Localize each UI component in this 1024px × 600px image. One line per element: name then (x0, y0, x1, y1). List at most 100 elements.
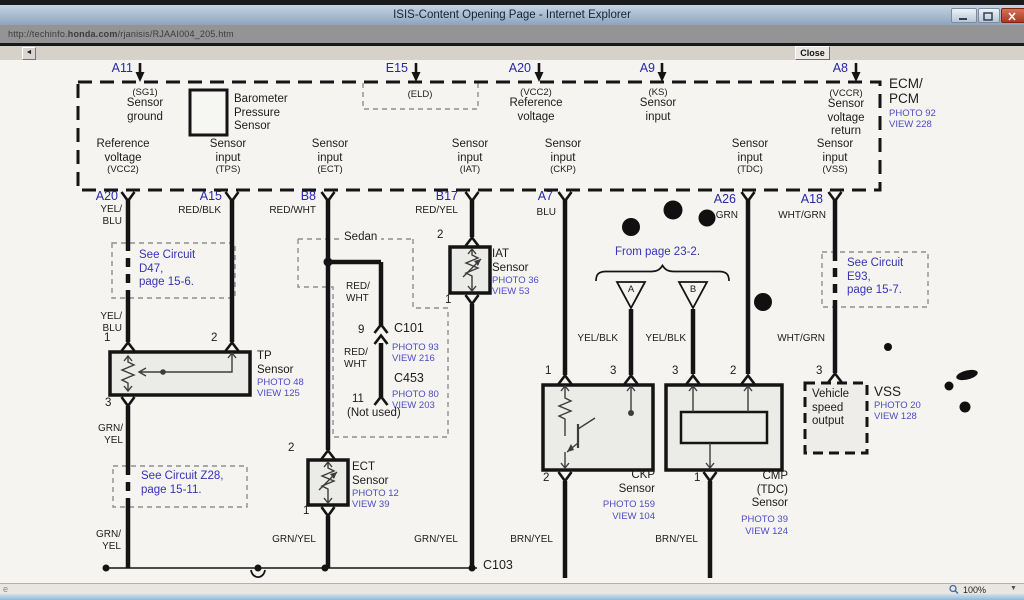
c103-label: C103 (483, 559, 513, 573)
vcc2-top-function: Reference voltage (486, 97, 586, 124)
cmp-view-link[interactable]: VIEW 124 (706, 526, 788, 538)
c101-label: C101 (394, 322, 424, 336)
back-button[interactable]: ◄ (22, 47, 36, 60)
vss-label: VSS (874, 384, 901, 399)
ecm-pin-a9: A9 (605, 62, 655, 75)
barometer-box (190, 90, 227, 135)
wire-yel-blu-1: YEL/ BLU (72, 204, 122, 228)
wire-yel-blk-2: YEL/BLK (631, 333, 686, 345)
ecm-pin-a11: A11 (83, 62, 133, 75)
tp-sensor-label: TP Sensor (257, 350, 293, 377)
wire-grn: GRN (688, 210, 738, 222)
maximize-button[interactable] (978, 8, 1000, 23)
iat-view-link[interactable]: VIEW 53 (492, 286, 530, 298)
ect-view-link[interactable]: VIEW 39 (352, 499, 390, 511)
cmp-photo-link[interactable]: PHOTO 39 (706, 514, 788, 526)
not-used-label: (Not used) (347, 407, 401, 421)
ecm-pin-e15: E15 (358, 62, 408, 75)
see-circuit-z28-link[interactable]: See Circuit Z28, page 15-11. (141, 470, 223, 497)
wire-grn-yel-4: GRN/YEL (398, 534, 458, 546)
wire-grn-yel-1: GRN/ YEL (68, 423, 123, 447)
pin-a7: A7 (503, 190, 553, 203)
ecm-view-link[interactable]: VIEW 228 (889, 119, 932, 131)
cmp-pin3: 3 (672, 366, 678, 378)
wire-junction-dot (324, 258, 333, 267)
url-text: http://techinfo.honda.com/rjanisis/RJAAI… (8, 29, 234, 39)
zoom-caret-icon[interactable]: ▼ (1010, 585, 1017, 592)
vccr-function: Sensor voltage return (796, 98, 896, 139)
cmp-sensor-box (666, 385, 782, 470)
pin-b8: B8 (266, 190, 316, 203)
ect-sensor-label: ECT Sensor (352, 461, 388, 488)
tp-pin2: 2 (211, 333, 217, 345)
vcc2-bottom-code: (VCC2) (73, 164, 173, 175)
from-page-link[interactable]: From page 23-2. (615, 246, 735, 260)
window-title: ISIS-Content Opening Page - Internet Exp… (0, 9, 1024, 21)
ect-pin2: 2 (288, 443, 294, 455)
c101-pin: 9 (358, 325, 364, 337)
pin-a18: A18 (773, 193, 823, 206)
pin-b17: B17 (408, 190, 458, 203)
minimize-button[interactable] (951, 8, 977, 23)
vss-pin3: 3 (816, 366, 822, 378)
c453-pin: 11 (352, 394, 364, 406)
vss-box-label: Vehicle speed output (812, 388, 849, 429)
ckp-pin3: 3 (610, 366, 616, 378)
sedan-label: Sedan (340, 231, 381, 245)
close-icon (1002, 11, 1022, 22)
iat-sensor-label: IAT Sensor (492, 248, 528, 275)
ect-code: (ECT) (280, 164, 380, 175)
window-close-button[interactable] (1001, 8, 1024, 23)
pin-a15: A15 (172, 190, 222, 203)
back-icon: ◄ (26, 49, 33, 56)
wire-red-yel: RED/YEL (398, 205, 458, 217)
ckp-view-link[interactable]: VIEW 104 (573, 511, 655, 523)
wire-red-blk: RED/BLK (163, 205, 221, 217)
cmp-pin2: 2 (730, 366, 736, 378)
vss-view-link[interactable]: VIEW 128 (874, 411, 917, 423)
ect-function: Sensor input (280, 138, 380, 165)
tps-code: (TPS) (178, 164, 278, 175)
triangle-b-letter: B (687, 284, 699, 295)
cmp-pin1: 1 (694, 473, 700, 485)
ckp-sensor-label: CKP Sensor (573, 469, 655, 496)
wire-blu: BLU (506, 207, 556, 219)
c101-view-link[interactable]: VIEW 216 (392, 353, 435, 365)
wire-red-wht-3: RED/ WHT (344, 347, 368, 371)
wire-red-wht-2: RED/ WHT (346, 281, 370, 305)
wire-grn-yel-2: GRN/ YEL (66, 529, 121, 553)
ckp-sensor-box (543, 385, 653, 470)
window-title-bar: ISIS-Content Opening Page - Internet Exp… (0, 5, 1024, 26)
wire-yel-blu-2: YEL/ BLU (72, 311, 122, 335)
ckp-photo-link[interactable]: PHOTO 159 (573, 499, 655, 511)
c453-label: C453 (394, 372, 424, 386)
maximize-icon (979, 11, 997, 22)
iat-function: Sensor input (420, 138, 520, 165)
sg1-function: Sensor ground (95, 97, 195, 124)
minimize-icon (952, 11, 974, 22)
tp-pin3: 3 (105, 398, 111, 410)
vss-code: (VSS) (785, 164, 885, 175)
ckp-code: (CKP) (513, 164, 613, 175)
iat-code: (IAT) (420, 164, 520, 175)
see-circuit-d47-link[interactable]: See Circuit D47, page 15-6. (139, 249, 195, 290)
ckp-pin2: 2 (543, 473, 549, 485)
from-page-brace (596, 266, 729, 282)
ckp-pin1: 1 (545, 366, 551, 378)
triangle-a-letter: A (625, 284, 637, 295)
ect-pin1: 1 (303, 506, 309, 518)
wire-brn-yel-1: BRN/YEL (493, 534, 553, 546)
ecm-pin-a20-top: A20 (481, 62, 531, 75)
close-page-button[interactable]: Close (795, 46, 830, 60)
pin-a20: A20 (68, 190, 118, 203)
vss-function: Sensor input (785, 138, 885, 165)
see-circuit-e93-link[interactable]: See Circuit E93, page 15-7. (847, 257, 903, 298)
address-bar[interactable]: http://techinfo.honda.com/rjanisis/RJAAI… (0, 25, 1024, 44)
tp-view-link[interactable]: VIEW 125 (257, 388, 300, 400)
iat-pin1: 1 (445, 295, 451, 307)
vcc2-bottom-function: Reference voltage (73, 138, 173, 165)
barometer-label: Barometer Pressure Sensor (234, 93, 288, 134)
tp-pin1: 1 (104, 333, 110, 345)
ks-function: Sensor input (608, 97, 708, 124)
c103-bus (103, 565, 478, 578)
